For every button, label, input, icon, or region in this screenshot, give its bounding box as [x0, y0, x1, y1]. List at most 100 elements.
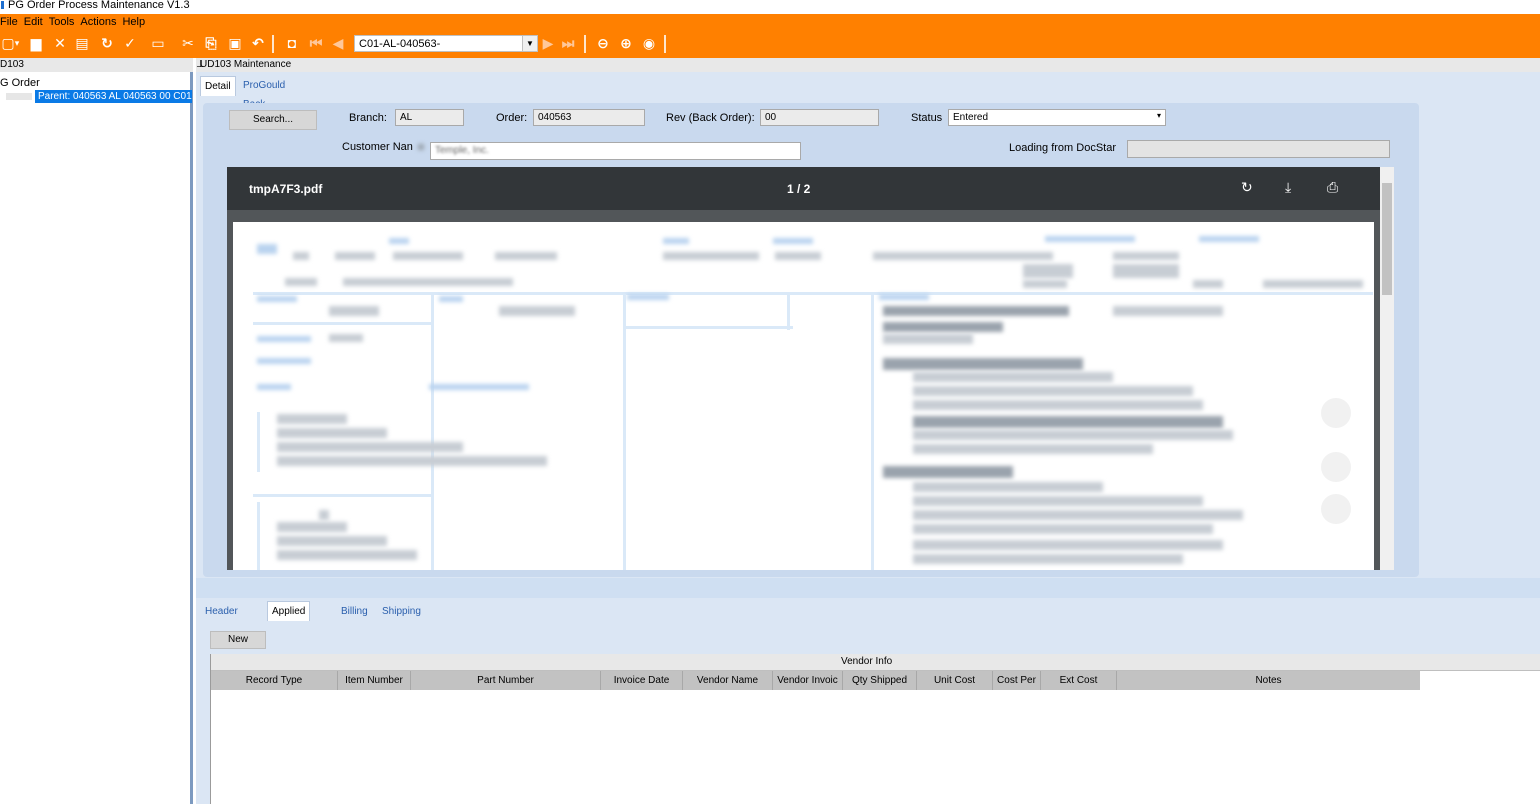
redacted-block [418, 144, 424, 150]
new-dropdown-icon[interactable]: ▾ [13, 35, 21, 51]
last-record-icon[interactable]: ⏭ [560, 35, 576, 51]
order-field[interactable]: 040563 [533, 109, 645, 126]
delete-icon[interactable]: ✕ [52, 35, 68, 51]
rev-label: Rev (Back Order): [666, 112, 755, 124]
undo-icon[interactable]: ↶ [250, 35, 266, 51]
blurred-text [257, 358, 311, 364]
col-vendor-invoice[interactable]: Vendor Invoic [773, 671, 843, 690]
menu-tools[interactable]: Tools [49, 16, 75, 28]
pane-title: UD103 Maintenance [200, 59, 292, 70]
blurred-text [495, 252, 557, 260]
pane-title-bar: ⊥ UD103 Maintenance [196, 58, 1540, 72]
form-rule [623, 294, 626, 570]
blurred-text [913, 386, 1193, 396]
save-icon[interactable]: ▆ [28, 35, 44, 51]
grid-column-headers: Record Type Item Number Part Number Invo… [211, 671, 1420, 690]
col-vendor-name[interactable]: Vendor Name [683, 671, 773, 690]
menu-edit[interactable]: Edit [24, 16, 43, 28]
download-icon[interactable]: ⤓ [1285, 179, 1291, 196]
next-record-icon[interactable]: ▶ [540, 35, 556, 51]
tab-progould-back-orders[interactable]: ProGould Back Orders [239, 76, 289, 129]
col-record-type[interactable]: Record Type [211, 671, 338, 690]
cut-icon[interactable]: ✂ [180, 35, 196, 51]
tab-shipping-breakdown[interactable]: Shipping Breakdown [378, 602, 436, 636]
form-rule [787, 294, 790, 330]
blurred-text [775, 252, 821, 260]
home-icon[interactable]: ◉ [641, 35, 657, 51]
blurred-text [277, 442, 463, 452]
blurred-text [1263, 280, 1363, 288]
col-cost-per[interactable]: Cost Per [993, 671, 1041, 690]
chevron-down-icon[interactable]: ▼ [522, 36, 537, 51]
tree-root-node[interactable]: G Order [0, 77, 40, 89]
col-part-number[interactable]: Part Number [411, 671, 601, 690]
chevron-down-icon[interactable]: ▾ [1157, 111, 1161, 120]
blurred-text [329, 306, 379, 316]
window-title-bar: PG Order Process Maintenance V1.3 [0, 0, 1540, 14]
blurred-text [883, 334, 973, 344]
blurred-text [913, 430, 1233, 440]
blurred-text [1023, 264, 1073, 278]
refresh-icon[interactable]: ↻ [99, 35, 115, 51]
form-rule [257, 412, 260, 472]
zoom-fit-icon[interactable] [1321, 398, 1351, 428]
col-ext-cost[interactable]: Ext Cost [1041, 671, 1117, 690]
blurred-text [913, 444, 1153, 454]
rev-field[interactable]: 00 [760, 109, 879, 126]
attachment-icon[interactable]: ▤ [74, 35, 90, 51]
tree-selected-node[interactable]: Parent: 040563 AL 040563 00 C01- [35, 90, 192, 103]
pane-splitter[interactable] [196, 578, 1540, 598]
binoculars-icon[interactable]: ◘ [284, 35, 300, 51]
blurred-text [627, 294, 669, 300]
first-record-icon[interactable]: ⏮ [308, 35, 324, 51]
branch-field[interactable]: AL [395, 109, 464, 126]
status-label: Status [911, 112, 943, 124]
blurred-text [257, 244, 277, 254]
blurred-text [277, 414, 347, 424]
blurred-text [913, 510, 1243, 520]
customer-value: Temple, Inc. [435, 145, 489, 156]
record-key-combo[interactable]: C01-AL-040563- ▼ [354, 35, 538, 52]
col-item-number[interactable]: Item Number [338, 671, 411, 690]
tab-billing[interactable]: Billing [337, 602, 372, 621]
tab-header-info[interactable]: Header Info [201, 602, 242, 636]
col-qty-shipped[interactable]: Qty Shipped [843, 671, 917, 690]
blurred-text [293, 252, 309, 260]
paste-icon[interactable]: ▣ [227, 35, 243, 51]
pdf-scrollbar[interactable] [1380, 167, 1394, 570]
blurred-text [913, 496, 1203, 506]
copy-icon[interactable]: ⎘ [203, 35, 219, 51]
scrollbar-thumb[interactable] [1382, 183, 1392, 295]
back-icon[interactable]: ⊖ [595, 35, 611, 51]
blurred-text [883, 306, 1069, 316]
print-icon[interactable]: ⎙ [1327, 179, 1338, 196]
blurred-text [1113, 252, 1179, 260]
blurred-text [1045, 236, 1135, 242]
menu-file[interactable]: File [0, 16, 18, 28]
forward-icon[interactable]: ⊕ [618, 35, 634, 51]
blurred-text [277, 428, 387, 438]
blurred-text [319, 510, 329, 520]
clear-icon[interactable]: ✓ [122, 35, 138, 51]
previous-record-icon[interactable]: ◀ [330, 35, 346, 51]
status-value: Entered [953, 112, 989, 123]
zoom-in-icon[interactable] [1321, 452, 1351, 482]
menu-actions[interactable]: Actions [80, 16, 116, 28]
new-button[interactable]: New [210, 631, 266, 649]
search-button[interactable]: Search... [229, 110, 317, 130]
customer-field[interactable]: Temple, Inc. [430, 142, 801, 160]
memo-icon[interactable]: ▭ [150, 35, 166, 51]
status-select[interactable]: Entered ▾ [948, 109, 1166, 126]
tree-header: D103 [0, 58, 193, 72]
col-unit-cost[interactable]: Unit Cost [917, 671, 993, 690]
tab-detail[interactable]: Detail [200, 76, 236, 96]
tab-applied-cost[interactable]: Applied Cost [267, 601, 311, 636]
branch-label: Branch: [349, 112, 387, 124]
blurred-text [663, 252, 759, 260]
menu-help[interactable]: Help [122, 16, 145, 28]
col-invoice-date[interactable]: Invoice Date [601, 671, 683, 690]
col-notes[interactable]: Notes [1117, 671, 1420, 690]
rotate-icon[interactable]: ↻ [1241, 179, 1253, 196]
blurred-text [1113, 306, 1223, 316]
zoom-out-icon[interactable] [1321, 494, 1351, 524]
